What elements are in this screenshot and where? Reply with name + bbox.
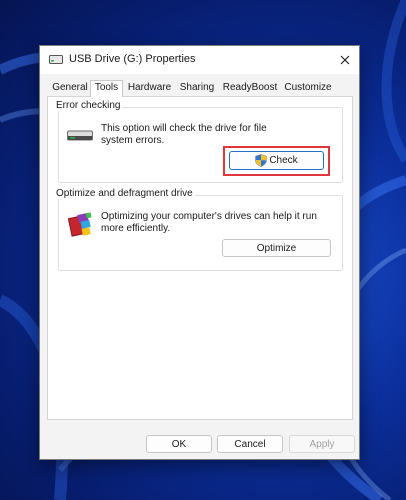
optimize-button[interactable]: Optimize xyxy=(222,239,331,257)
tab-strip: General Tools Hardware Sharing ReadyBoos… xyxy=(47,80,353,97)
ok-button-label: OK xyxy=(171,438,187,450)
optimize-description-line1: Optimizing your computer's drives can he… xyxy=(101,211,317,222)
optimize-group: Optimize and defragment drive Optimizing… xyxy=(54,188,343,271)
window-title: USB Drive (G:) Properties xyxy=(69,53,196,65)
tab-hardware[interactable]: Hardware xyxy=(126,82,173,96)
error-checking-heading: Error checking xyxy=(54,100,123,111)
properties-dialog: USB Drive (G:) Properties General Tools … xyxy=(39,45,360,460)
drive-title-icon xyxy=(49,55,63,64)
uac-shield-icon xyxy=(255,154,268,167)
ok-button[interactable]: OK xyxy=(146,435,212,453)
optimize-heading: Optimize and defragment drive xyxy=(54,188,195,199)
cancel-button-label: Cancel xyxy=(234,438,266,450)
tab-customize[interactable]: Customize xyxy=(282,82,334,96)
error-checking-description-line1: This option will check the drive for fil… xyxy=(101,123,267,134)
title-bar[interactable]: USB Drive (G:) Properties xyxy=(40,46,359,74)
drive-icon xyxy=(67,130,93,141)
tools-panel: Error checking This option will check th… xyxy=(47,96,353,420)
cancel-button[interactable]: Cancel xyxy=(217,435,283,453)
apply-button[interactable]: Apply xyxy=(289,435,355,453)
check-button[interactable]: Check xyxy=(229,151,324,170)
tab-general[interactable]: General xyxy=(51,82,89,96)
defrag-icon xyxy=(67,212,92,237)
apply-button-label: Apply xyxy=(309,438,335,450)
close-icon xyxy=(340,55,350,65)
optimize-button-label: Optimize xyxy=(256,242,297,254)
close-button[interactable] xyxy=(331,46,359,74)
error-checking-group: Error checking This option will check th… xyxy=(54,100,343,183)
optimize-description-line2: more efficiently. xyxy=(101,223,171,234)
tab-readyboost[interactable]: ReadyBoost xyxy=(221,82,279,96)
check-button-label: Check xyxy=(269,155,298,166)
tab-tools[interactable]: Tools xyxy=(90,80,123,97)
tab-sharing[interactable]: Sharing xyxy=(177,82,217,96)
